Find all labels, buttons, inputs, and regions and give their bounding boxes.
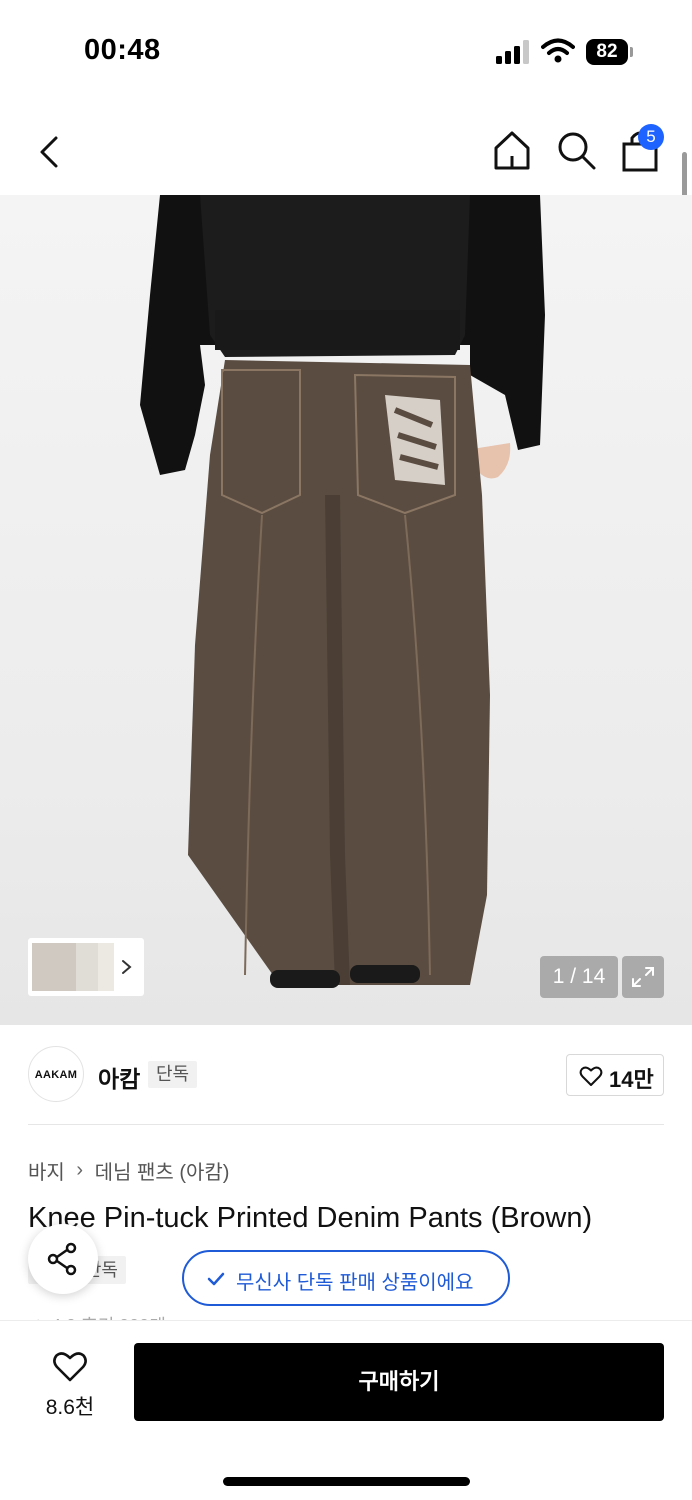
product-photo [140, 195, 545, 988]
chevron-right-icon[interactable] [118, 952, 136, 982]
back-button[interactable] [30, 130, 70, 174]
battery-icon: 82 [586, 39, 634, 65]
exclusive-toast: 무신사 단독 판매 상품이에요 [182, 1250, 510, 1306]
expand-icon [632, 967, 654, 987]
chevron-right-icon: › [76, 1159, 84, 1181]
divider [28, 1124, 664, 1125]
heart-icon [579, 1066, 603, 1086]
wifi-icon [541, 38, 575, 63]
thumbnail-2[interactable] [76, 943, 98, 991]
status-bar: 00:48 82 [0, 0, 692, 100]
breadcrumb: 바지 › 데님 팬츠 (아캄) [28, 1156, 229, 1184]
toast-message: 무신사 단독 판매 상품이에요 [236, 1272, 474, 1294]
heart-icon [53, 1352, 87, 1382]
wishlist-button[interactable]: 8.6천 [30, 1345, 110, 1421]
brand-row: AAKAM 아캄 단독 14만 [28, 1046, 664, 1106]
share-button[interactable] [28, 1224, 98, 1294]
search-icon[interactable] [554, 128, 598, 172]
product-image-gallery[interactable]: 1 / 14 [0, 195, 692, 1025]
breadcrumb-category[interactable]: 바지 [28, 1156, 65, 1185]
expand-button[interactable] [622, 956, 664, 998]
bottom-action-bar: 8.6천 구매하기 [0, 1320, 692, 1500]
brand-logo[interactable]: AAKAM [28, 1046, 84, 1102]
home-icon[interactable] [490, 128, 534, 172]
check-icon [207, 1272, 225, 1286]
thumbnail-strip[interactable] [28, 938, 144, 996]
brand-like-count: 14만 [609, 1067, 654, 1092]
gallery-page-counter: 1 / 14 [540, 956, 618, 998]
cellular-signal-icon [496, 40, 529, 64]
brand-name[interactable]: 아캄 [98, 1060, 140, 1094]
breadcrumb-subcategory[interactable]: 데님 팬츠 (아캄) [95, 1156, 230, 1185]
cart-badge: 5 [638, 124, 664, 150]
status-time: 00:48 [84, 34, 161, 66]
brand-like-button[interactable]: 14만 [566, 1054, 664, 1096]
buy-button[interactable]: 구매하기 [134, 1343, 664, 1421]
top-nav: 5 [0, 112, 692, 192]
brand-exclusive-tag: 단독 [148, 1061, 198, 1088]
cart-button[interactable]: 5 [618, 124, 666, 174]
product-title: Knee Pin-tuck Printed Denim Pants (Brown… [28, 1202, 593, 1234]
wishlist-count: 8.6천 [45, 1396, 95, 1419]
share-icon [47, 1242, 77, 1276]
battery-level: 82 [586, 39, 628, 65]
home-indicator[interactable] [223, 1477, 470, 1486]
thumbnail-3[interactable] [98, 943, 114, 991]
thumbnail-1[interactable] [32, 943, 76, 991]
